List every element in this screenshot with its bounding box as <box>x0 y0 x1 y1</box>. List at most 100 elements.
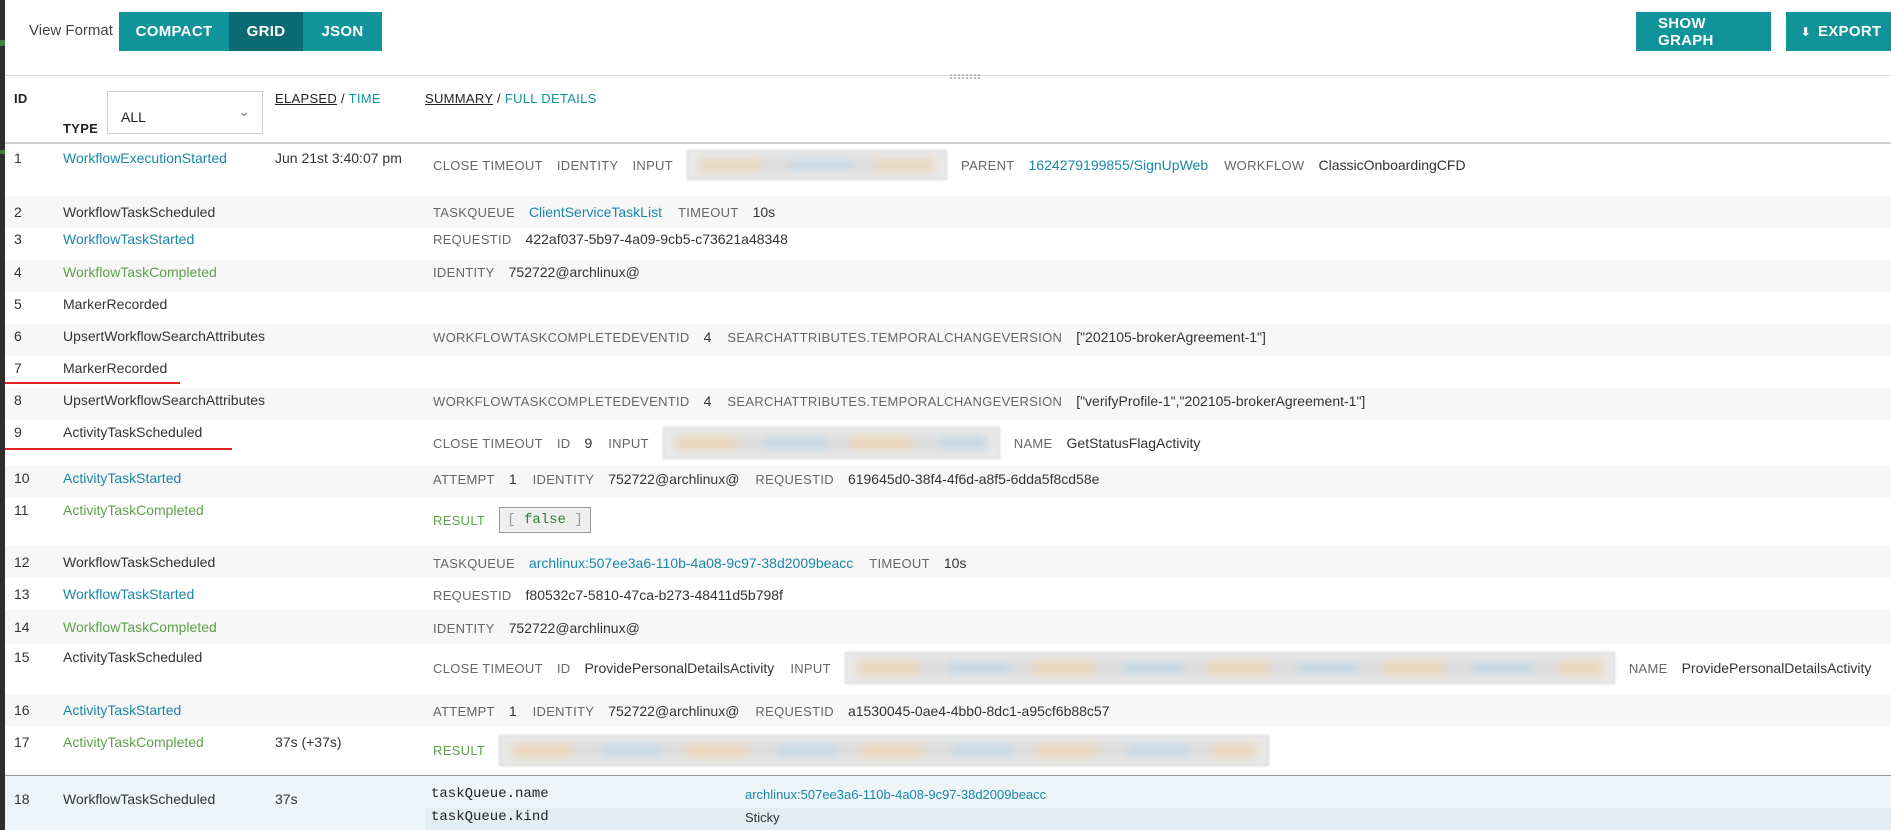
elapsed-toggle[interactable]: ELAPSED <box>275 91 337 106</box>
event-type-label: ActivityTaskScheduled <box>63 424 203 440</box>
table-row[interactable]: 9 ActivityTaskScheduled CLOSE TIMEOUT ID… <box>5 420 1891 466</box>
table-row[interactable]: 3 WorkflowTaskStarted REQUESTID 422af037… <box>5 228 1891 260</box>
event-type-link[interactable]: WorkflowTaskCompleted <box>63 264 217 280</box>
table-row[interactable]: 10 ActivityTaskStarted ATTEMPT 1 IDENTIT… <box>5 466 1891 498</box>
taskqueue-link[interactable]: archlinux:507ee3a6-110b-4a08-9c97-38d200… <box>745 787 1046 802</box>
summary-key: CLOSE TIMEOUT <box>433 435 543 451</box>
event-time: 37s (+37s) <box>275 734 342 750</box>
event-id: 10 <box>14 470 30 486</box>
event-type-link[interactable]: WorkflowTaskStarted <box>63 586 194 602</box>
summary-key: IDENTITY <box>433 264 495 280</box>
summary-key: IDENTITY <box>556 157 619 173</box>
type-filter-value: ALL <box>121 109 146 125</box>
summary-value: 9 <box>584 435 593 451</box>
summary-value: 752722@archlinux@ <box>608 703 740 719</box>
table-row[interactable]: 5 MarkerRecorded <box>5 292 1891 324</box>
event-type-link[interactable]: WorkflowTaskCompleted <box>63 619 217 635</box>
summary-key: RESULT <box>433 512 486 528</box>
full-details-toggle[interactable]: FULL DETAILS <box>505 91 597 106</box>
summary-value: f80532c7-5810-47ca-b273-48411d5b798f <box>525 587 783 603</box>
summary-key: ATTEMPT <box>433 471 495 487</box>
table-row[interactable]: 7 MarkerRecorded <box>5 356 1891 388</box>
event-id: 14 <box>14 619 30 635</box>
event-type-label: WorkflowTaskScheduled <box>63 554 216 570</box>
summary-key: TIMEOUT <box>677 204 739 220</box>
table-row[interactable]: 13 WorkflowTaskStarted REQUESTID f80532c… <box>5 578 1891 610</box>
event-type-link[interactable]: ActivityTaskCompleted <box>63 734 204 750</box>
detail-row: taskQueue.name archlinux:507ee3a6-110b-4… <box>425 786 1891 808</box>
table-row-expanded[interactable]: 18 WorkflowTaskScheduled 37s taskQueue.n… <box>5 775 1891 830</box>
event-id: 5 <box>14 296 22 312</box>
table-row[interactable]: 12 WorkflowTaskScheduled TASKQUEUE archl… <box>5 546 1891 578</box>
redacted-input <box>686 150 947 180</box>
event-type-link[interactable]: WorkflowTaskStarted <box>63 231 194 247</box>
event-type-label: UpsertWorkflowSearchAttributes <box>63 392 266 408</box>
compact-format-button[interactable]: COMPACT <box>119 12 229 51</box>
event-id: 17 <box>14 734 30 750</box>
summary-key: REQUESTID <box>755 703 834 719</box>
summary-key: IDENTITY <box>532 471 595 487</box>
json-format-button[interactable]: JSON <box>303 12 382 51</box>
summary-toggle[interactable]: SUMMARY <box>425 91 493 106</box>
detail-row: taskQueue.kind Sticky <box>425 808 1891 830</box>
parent-workflow-link[interactable]: 1624279199855/SignUpWeb <box>1029 157 1209 173</box>
event-id: 2 <box>14 204 22 220</box>
table-row[interactable]: 15 ActivityTaskScheduled CLOSE TIMEOUT I… <box>5 644 1891 694</box>
summary-key: CLOSE TIMEOUT <box>433 660 543 676</box>
view-format-label: View Format <box>29 22 113 39</box>
table-row[interactable]: 2 WorkflowTaskScheduled TASKQUEUE Client… <box>5 196 1891 228</box>
table-row[interactable]: 6 UpsertWorkflowSearchAttributes WORKFLO… <box>5 324 1891 356</box>
table-row[interactable]: 4 WorkflowTaskCompleted IDENTITY 752722@… <box>5 260 1891 292</box>
summary-value: 1 <box>508 703 517 719</box>
result-value-box: [ false ] <box>499 507 591 533</box>
export-label: EXPORT <box>1817 23 1882 40</box>
summary-key: ID <box>556 435 571 451</box>
summary-value: 10s <box>943 555 967 571</box>
bracket-open: [ <box>507 512 516 528</box>
id-column-header: ID <box>14 91 28 106</box>
summary-key: IDENTITY <box>532 703 595 719</box>
events-table-header: ID TYPE ALL ⌄ ELAPSED / TIME SUMMARY / F… <box>5 80 1891 144</box>
resize-handle[interactable] <box>950 74 980 79</box>
type-column-header: TYPE <box>63 121 99 136</box>
summary-key: RESULT <box>433 742 486 758</box>
event-time: 37s <box>275 791 298 807</box>
table-row[interactable]: 11 ActivityTaskCompleted RESULT [ false … <box>5 498 1891 546</box>
table-row[interactable]: 1 WorkflowExecutionStarted Jun 21st 3:40… <box>5 146 1891 196</box>
event-type-label: ActivityTaskScheduled <box>63 649 203 665</box>
summary-key: WORKFLOWTASKCOMPLETEDEVENTID <box>433 393 690 409</box>
grid-format-button[interactable]: GRID <box>229 12 303 51</box>
summary-value: 752722@archlinux@ <box>608 471 740 487</box>
summary-key: TASKQUEUE <box>433 555 515 571</box>
event-id: 12 <box>14 554 30 570</box>
event-type-link[interactable]: ActivityTaskStarted <box>63 702 181 718</box>
redacted-input <box>844 652 1615 684</box>
taskqueue-link[interactable]: archlinux:507ee3a6-110b-4a08-9c97-38d200… <box>529 555 853 571</box>
summary-key: IDENTITY <box>433 620 495 636</box>
table-row[interactable]: 16 ActivityTaskStarted ATTEMPT 1 IDENTIT… <box>5 694 1891 726</box>
taskqueue-link[interactable]: ClientServiceTaskList <box>529 204 662 220</box>
event-id: 6 <box>14 328 22 344</box>
event-type-link[interactable]: WorkflowExecutionStarted <box>63 150 227 166</box>
summary-value: 4 <box>703 393 712 409</box>
event-type-label: UpsertWorkflowSearchAttributes <box>63 328 266 344</box>
table-row[interactable]: 14 WorkflowTaskCompleted IDENTITY 752722… <box>5 610 1891 644</box>
time-toggle[interactable]: TIME <box>349 91 381 106</box>
summary-value: ProvidePersonalDetailsActivity <box>584 660 775 676</box>
event-type-label: MarkerRecorded <box>63 296 168 312</box>
summary-value: ["202105-brokerAgreement-1"] <box>1076 329 1266 345</box>
summary-value: ["verifyProfile-1","202105-brokerAgreeme… <box>1076 393 1366 409</box>
summary-key: TASKQUEUE <box>433 204 515 220</box>
event-type-link[interactable]: ActivityTaskStarted <box>63 470 181 486</box>
event-type-label: WorkflowTaskScheduled <box>63 791 216 807</box>
header-separator: / <box>497 91 501 106</box>
show-graph-button[interactable]: SHOW GRAPH <box>1636 12 1771 51</box>
event-type-link[interactable]: ActivityTaskCompleted <box>63 502 204 518</box>
type-filter-select[interactable]: ALL ⌄ <box>107 91 263 134</box>
summary-key: SEARCHATTRIBUTES.TEMPORALCHANGEVERSION <box>727 393 1063 409</box>
export-button[interactable]: ⬇ EXPORT <box>1786 12 1891 51</box>
table-row[interactable]: 8 UpsertWorkflowSearchAttributes WORKFLO… <box>5 388 1891 420</box>
summary-key: REQUESTID <box>755 471 834 487</box>
table-row[interactable]: 17 ActivityTaskCompleted 37s (+37s) RESU… <box>5 726 1891 775</box>
summary-key: ID <box>556 660 571 676</box>
